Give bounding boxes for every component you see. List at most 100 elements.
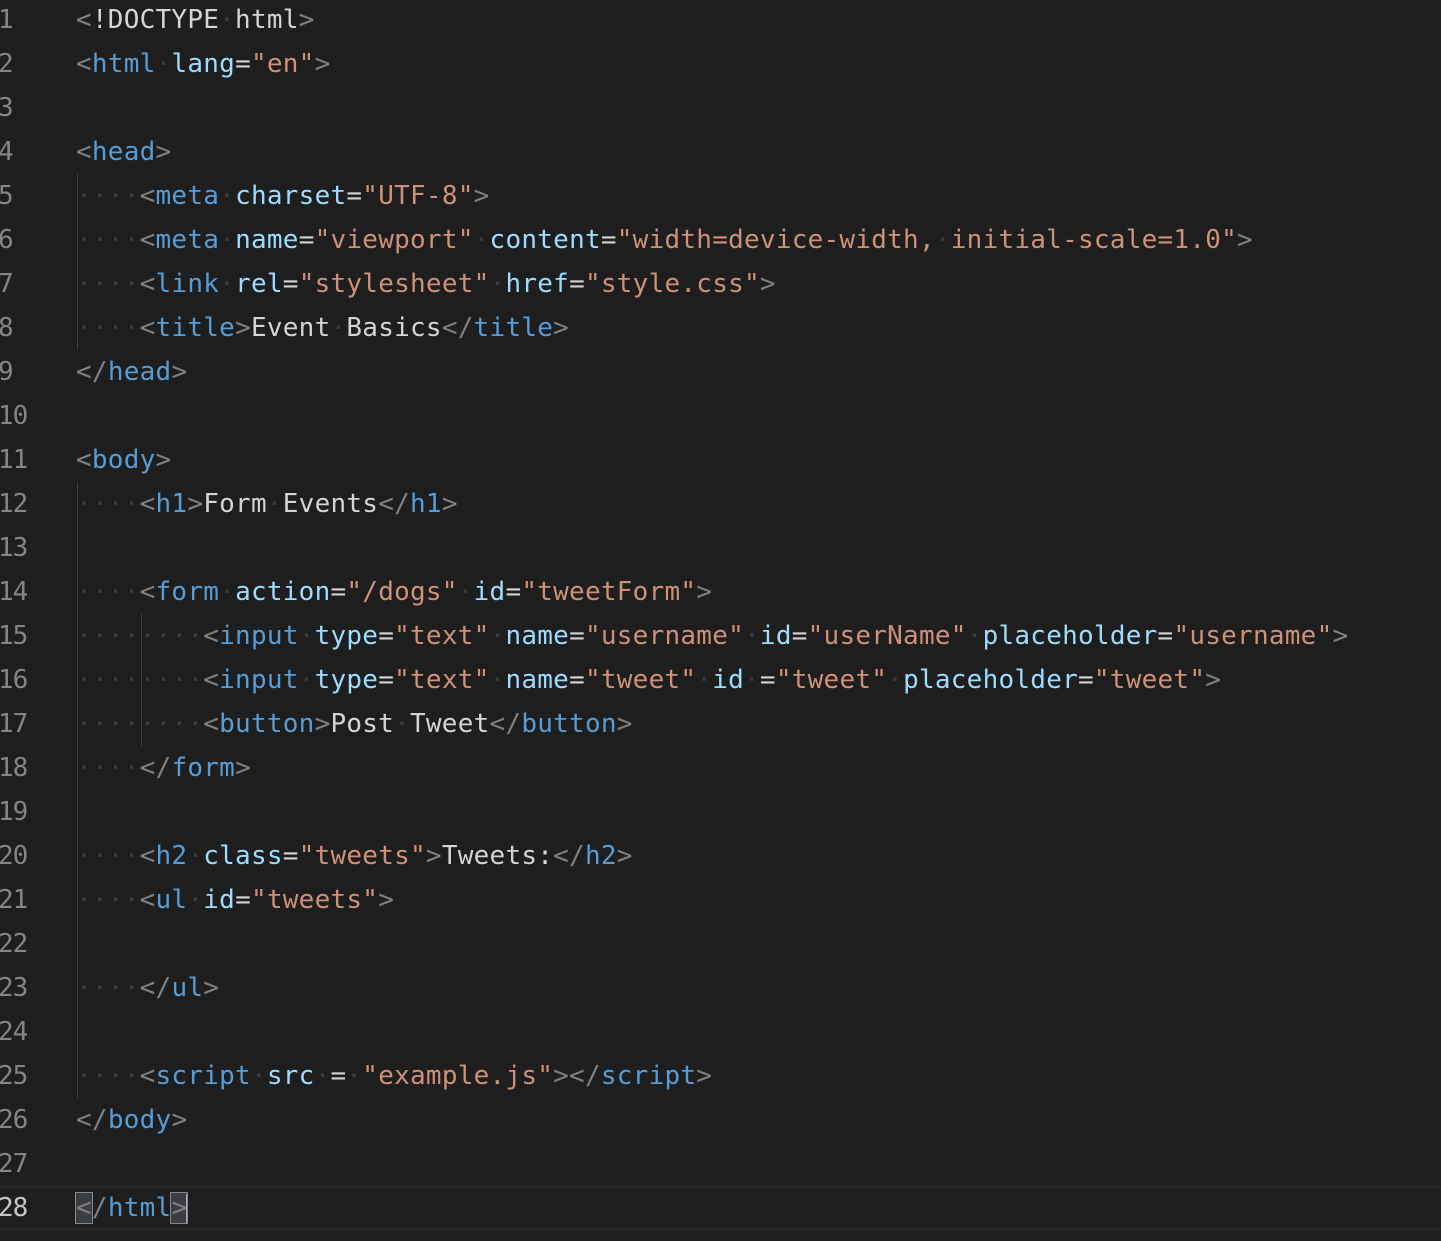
token-punc: > [203,973,220,1003]
token-text: !DOCTYPE [91,5,220,35]
code-line[interactable]: 20 ····<h2·class="tweets">Tweets:</h2> [0,834,1441,878]
token-ws: · [298,665,315,695]
line-number: 22 [0,929,28,959]
token-ws: ···· [76,269,140,299]
token-tag: h2 [155,841,188,871]
line-number: 19 [0,797,28,827]
token-attr: href [505,269,570,299]
line-number: 3 [0,93,14,123]
token-ws: · [266,489,283,519]
line-number: 24 [0,1017,28,1047]
token-attr: action [235,577,331,607]
token-str: "/dogs" [346,577,458,607]
code-line[interactable]: 12 ····<h1>Form·Events</h1> [0,482,1441,526]
code-line[interactable]: 1 <!DOCTYPE·html> [0,0,1441,42]
code-editor[interactable]: 1 <!DOCTYPE·html> 2 <html·lang="en"> 3 4 <head… [0,0,1441,1241]
token-punc: > [298,5,315,35]
token-text: Basics [346,313,442,343]
line-code: ········<input·type="text"·name="usernam… [76,614,1348,658]
code-line[interactable]: 6 ····<meta·name="viewport"·content="widt… [0,218,1441,262]
token-eq: = [330,1061,347,1091]
token-tag: title [473,313,554,343]
matched-bracket: < [75,1192,93,1224]
token-tag: html [91,49,156,79]
token-punc: / [91,1193,108,1223]
token-ws: ········ [76,621,204,651]
token-attr: type [314,621,379,651]
token-str: "username" [584,621,745,651]
code-line[interactable]: 15 ········<input·type="text"·name="usern… [0,614,1441,658]
token-tag: link [155,269,220,299]
token-tag: meta [155,225,220,255]
code-line[interactable]: 13 [0,526,1441,570]
code-line[interactable]: 23 ····</ul> [0,966,1441,1010]
token-tag: button [219,709,315,739]
token-punc: > [171,357,188,387]
token-ws: ···· [76,1061,140,1091]
code-line[interactable]: 26 </body> [0,1098,1441,1142]
code-line[interactable]: 22 [0,922,1441,966]
token-punc: > [759,269,776,299]
line-code: <!DOCTYPE·html> [76,0,315,42]
line-code: ····<h2·class="tweets">Tweets:</h2> [76,834,633,878]
token-punc: < [76,137,92,167]
token-eq: = [1157,621,1174,651]
line-number: 13 [0,533,28,563]
code-line[interactable]: 16 ········<input·type="text"·name="tweet… [0,658,1441,702]
line-code: ········<button>Post·Tweet</button> [76,702,633,746]
code-line[interactable]: 27 [0,1142,1441,1186]
token-tag: form [155,577,220,607]
code-line[interactable]: 14 ····<form·action="/dogs"·id="tweetForm… [0,570,1441,614]
token-ws: ········ [76,709,204,739]
token-punc: < [76,445,92,475]
token-punc: </ [139,973,172,1003]
code-line[interactable]: 9 </head> [0,350,1441,394]
code-line[interactable]: 17 ········<button>Post·Tweet</button> [0,702,1441,746]
token-ws: · [219,577,236,607]
line-number: 12 [0,489,28,519]
token-text: Tweet [410,709,490,739]
token-ws: · [966,621,983,651]
code-line[interactable]: 28 </html> [0,1186,1441,1230]
token-ws: · [394,709,410,739]
token-eq: = [378,621,395,651]
token-tag: ul [155,885,188,915]
code-line[interactable]: 4 <head> [0,130,1441,174]
token-punc: </ [441,313,474,343]
token-str: "tweetForm" [521,577,697,607]
line-code: </head> [76,350,187,394]
token-eq: = [569,621,585,651]
token-punc: > [171,1105,188,1135]
code-line[interactable]: 11 <body> [0,438,1441,482]
line-code: ····<link·rel="stylesheet"·href="style.c… [76,262,776,306]
token-eq: = [505,577,522,607]
code-line[interactable]: 21 ····<ul·id="tweets"> [0,878,1441,922]
token-punc: </ [76,1105,108,1135]
code-line[interactable]: 5 ····<meta·charset="UTF-8"> [0,174,1441,218]
line-number: 1 [0,5,14,35]
line-code: <body> [76,438,171,482]
token-tag: input [219,665,299,695]
code-line[interactable]: 2 <html·lang="en"> [0,42,1441,86]
token-punc: > [314,709,331,739]
code-line[interactable]: 3 [0,86,1441,130]
token-ws: ········ [76,665,204,695]
token-punc: < [139,841,156,871]
code-line[interactable]: 8 ····<title>Event·Basics</title> [0,306,1441,350]
code-line[interactable]: 10 [0,394,1441,438]
code-line[interactable]: 25 ····<script·src·=·"example.js"></scrip… [0,1054,1441,1098]
token-eq: = [600,225,617,255]
token-punc: < [139,225,156,255]
token-ws: ···· [76,225,140,255]
token-eq: = [235,49,251,79]
code-line[interactable]: 19 [0,790,1441,834]
token-str: initial-scale=1.0" [950,225,1238,255]
line-code: ····</ul> [76,966,219,1010]
token-ws: · [219,181,236,211]
token-attr: src [266,1061,315,1091]
token-attr: id [203,885,236,915]
line-code: ····<form·action="/dogs"·id="tweetForm"> [76,570,712,614]
code-line[interactable]: 7 ····<link·rel="stylesheet"·href="style.… [0,262,1441,306]
code-line[interactable]: 18 ····</form> [0,746,1441,790]
code-line[interactable]: 24 [0,1010,1441,1054]
